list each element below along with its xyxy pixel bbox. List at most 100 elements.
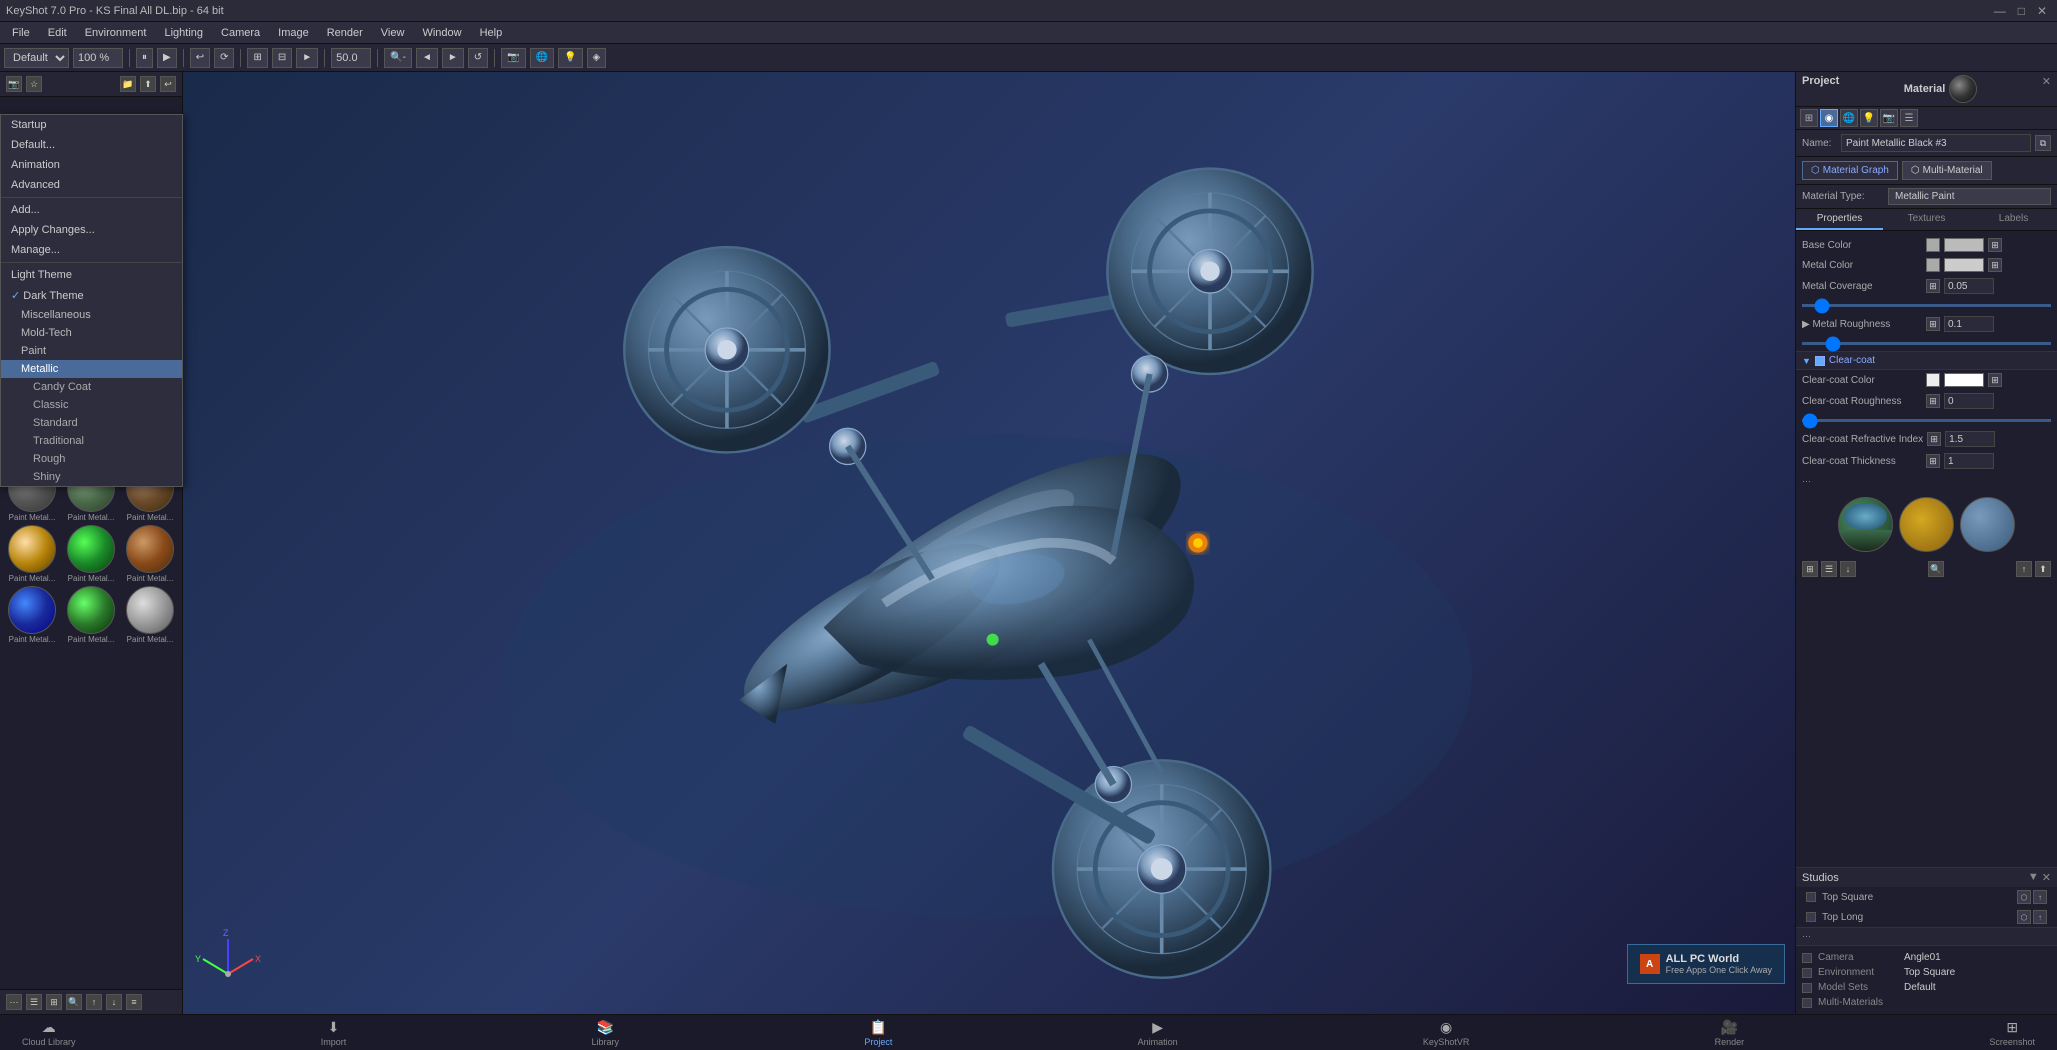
bottom-tool-keyshot-vr[interactable]: ◉ KeyShotVR [1411,1017,1482,1049]
bottom-tool-cloud[interactable]: ☁ Cloud Library [10,1017,88,1049]
close-btn[interactable]: ✕ [2033,4,2051,18]
menu-rough[interactable]: Rough [1,450,182,468]
render-region-btn[interactable]: ⊟ [272,48,292,68]
refresh-btn[interactable]: ↺ [468,48,488,68]
tab-icon-layers[interactable]: ☰ [1900,109,1918,127]
tab-icon-grid[interactable]: ⊞ [1800,109,1818,127]
thumb-mountain[interactable] [1960,497,2015,552]
menu-camera[interactable]: Camera [213,25,268,41]
studios-checkbox-top-square[interactable] [1806,892,1816,902]
name-input[interactable] [1841,134,2031,152]
window-controls[interactable]: — □ ✕ [1990,4,2051,18]
clearcoat-roughness-expand-btn[interactable]: ⊞ [1926,394,1940,408]
menu-light-theme[interactable]: Light Theme [1,265,182,285]
menu-environment[interactable]: Environment [77,25,155,41]
maximize-btn[interactable]: □ [2014,4,2029,18]
sidebar-more-btn[interactable]: ⋯ [6,994,22,1010]
menu-window[interactable]: Window [414,25,469,41]
swatch-ball-brown2[interactable] [126,525,174,573]
swatch-ball-silver2[interactable] [126,586,174,634]
thumb-arrow-btn[interactable]: ↓ [1840,561,1856,577]
studios-icon-btn-1[interactable]: ⬡ [2017,890,2031,904]
swatch-ball-green2[interactable] [67,525,115,573]
swatch-silver2[interactable]: Paint Metal... [122,586,178,644]
play-btn[interactable]: ▶ [157,48,177,68]
sidebar-search-btn[interactable]: 🔍 [66,994,82,1010]
light-btn[interactable]: 💡 [558,48,582,68]
menu-manage[interactable]: Manage... [1,240,182,260]
menu-traditional[interactable]: Traditional [1,432,182,450]
menu-image[interactable]: Image [270,25,317,41]
menu-render[interactable]: Render [319,25,371,41]
next-btn[interactable]: ► [442,48,464,68]
zoom-input[interactable] [73,48,123,68]
menu-dark-theme[interactable]: Dark Theme [1,285,182,306]
sidebar-icon-folder[interactable]: 📁 [120,76,136,92]
tab-icon-globe[interactable]: 🌐 [1840,109,1858,127]
studios-icon-btn-4[interactable]: ↑ [2033,910,2047,924]
metal-coverage-expand-btn[interactable]: ⊞ [1926,279,1940,293]
menu-help[interactable]: Help [472,25,511,41]
cam-checkbox-environment[interactable] [1802,968,1812,978]
prev-btn[interactable]: ◄ [416,48,438,68]
thumb-forest[interactable] [1838,497,1893,552]
menu-startup[interactable]: Startup [1,115,182,135]
menu-view[interactable]: View [373,25,413,41]
sub-tab-textures[interactable]: Textures [1883,209,1970,230]
preset-select[interactable]: Default [4,48,69,68]
menu-classic[interactable]: Classic [1,396,182,414]
fit-btn[interactable]: ⊞ [247,48,267,68]
clearcoat-color-preview[interactable] [1944,373,1984,387]
sidebar-icon-up[interactable]: ⬆ [140,76,156,92]
mat-btn[interactable]: ◈ [587,48,607,68]
sync-btn[interactable]: ⟳ [214,48,234,68]
metal-color-preview[interactable] [1944,258,1984,272]
clearcoat-refractive-expand-btn[interactable]: ⊞ [1927,432,1941,446]
menu-animation[interactable]: Animation [1,155,182,175]
panel-close-btn[interactable]: ✕ [2042,75,2051,103]
studios-icon-btn-3[interactable]: ⬡ [2017,910,2031,924]
menu-shiny[interactable]: Shiny [1,468,182,486]
minimize-btn[interactable]: — [1990,4,2010,18]
metal-roughness-slider[interactable] [1802,342,2051,345]
studios-close-icon[interactable]: ✕ [2042,871,2051,884]
sidebar-menu-btn[interactable]: ≡ [126,994,142,1010]
menu-lighting[interactable]: Lighting [156,25,211,41]
clearcoat-checkbox[interactable] [1815,356,1825,366]
sidebar-icon-photo[interactable]: 📷 [6,76,22,92]
menu-advanced[interactable]: Advanced [1,175,182,195]
swatch-gold2[interactable]: Paint Metal... [4,525,60,583]
bottom-tool-import[interactable]: ⬇ Import [309,1017,359,1049]
clearcoat-thickness-expand-btn[interactable]: ⊞ [1926,454,1940,468]
reset-btn[interactable]: ↩ [190,48,210,68]
swatch-green2[interactable]: Paint Metal... [63,525,119,583]
menu-add[interactable]: Add... [1,200,182,220]
tab-icon-camera[interactable]: 📷 [1880,109,1898,127]
bottom-tool-animation[interactable]: ▶ Animation [1126,1017,1190,1049]
clearcoat-refractive-input[interactable] [1945,431,1995,447]
swatch-ball-gold2[interactable] [8,525,56,573]
pause-btn[interactable]: ⏸ [136,48,153,68]
clearcoat-color-expand-btn[interactable]: ⊞ [1988,373,2002,387]
base-color-preview[interactable] [1944,238,1984,252]
base-color-swatch[interactable] [1926,238,1940,252]
cam-checkbox-model-sets[interactable] [1802,983,1812,993]
menu-metallic[interactable]: Metallic [1,360,182,378]
sub-tab-properties[interactable]: Properties [1796,209,1883,230]
bottom-tool-library[interactable]: 📚 Library [580,1017,632,1049]
menu-candy-coat[interactable]: Candy Coat [1,378,182,396]
studios-item-top-square[interactable]: Top Square ⬡ ↑ [1796,887,2057,907]
swatch-blue2[interactable]: Paint Metal... [4,586,60,644]
viewport[interactable]: X Y Z A ALL PC World Free Apps One Click… [183,72,1795,1014]
swatch-brown2[interactable]: Paint Metal... [122,525,178,583]
studios-expand-icon[interactable]: ▼ [2028,871,2039,884]
thumb-grid-btn[interactable]: ☰ [1821,561,1837,577]
menu-default[interactable]: Default... [1,135,182,155]
menu-paint[interactable]: Paint [1,342,182,360]
tab-icon-bulb[interactable]: 💡 [1860,109,1878,127]
cam-checkbox-camera[interactable] [1802,953,1812,963]
menu-apply-changes[interactable]: Apply Changes... [1,220,182,240]
clearcoat-thickness-input[interactable] [1944,453,1994,469]
thumb-up-btn[interactable]: ↑ [2016,561,2032,577]
material-graph-btn[interactable]: ⬡ Material Graph [1802,161,1898,180]
